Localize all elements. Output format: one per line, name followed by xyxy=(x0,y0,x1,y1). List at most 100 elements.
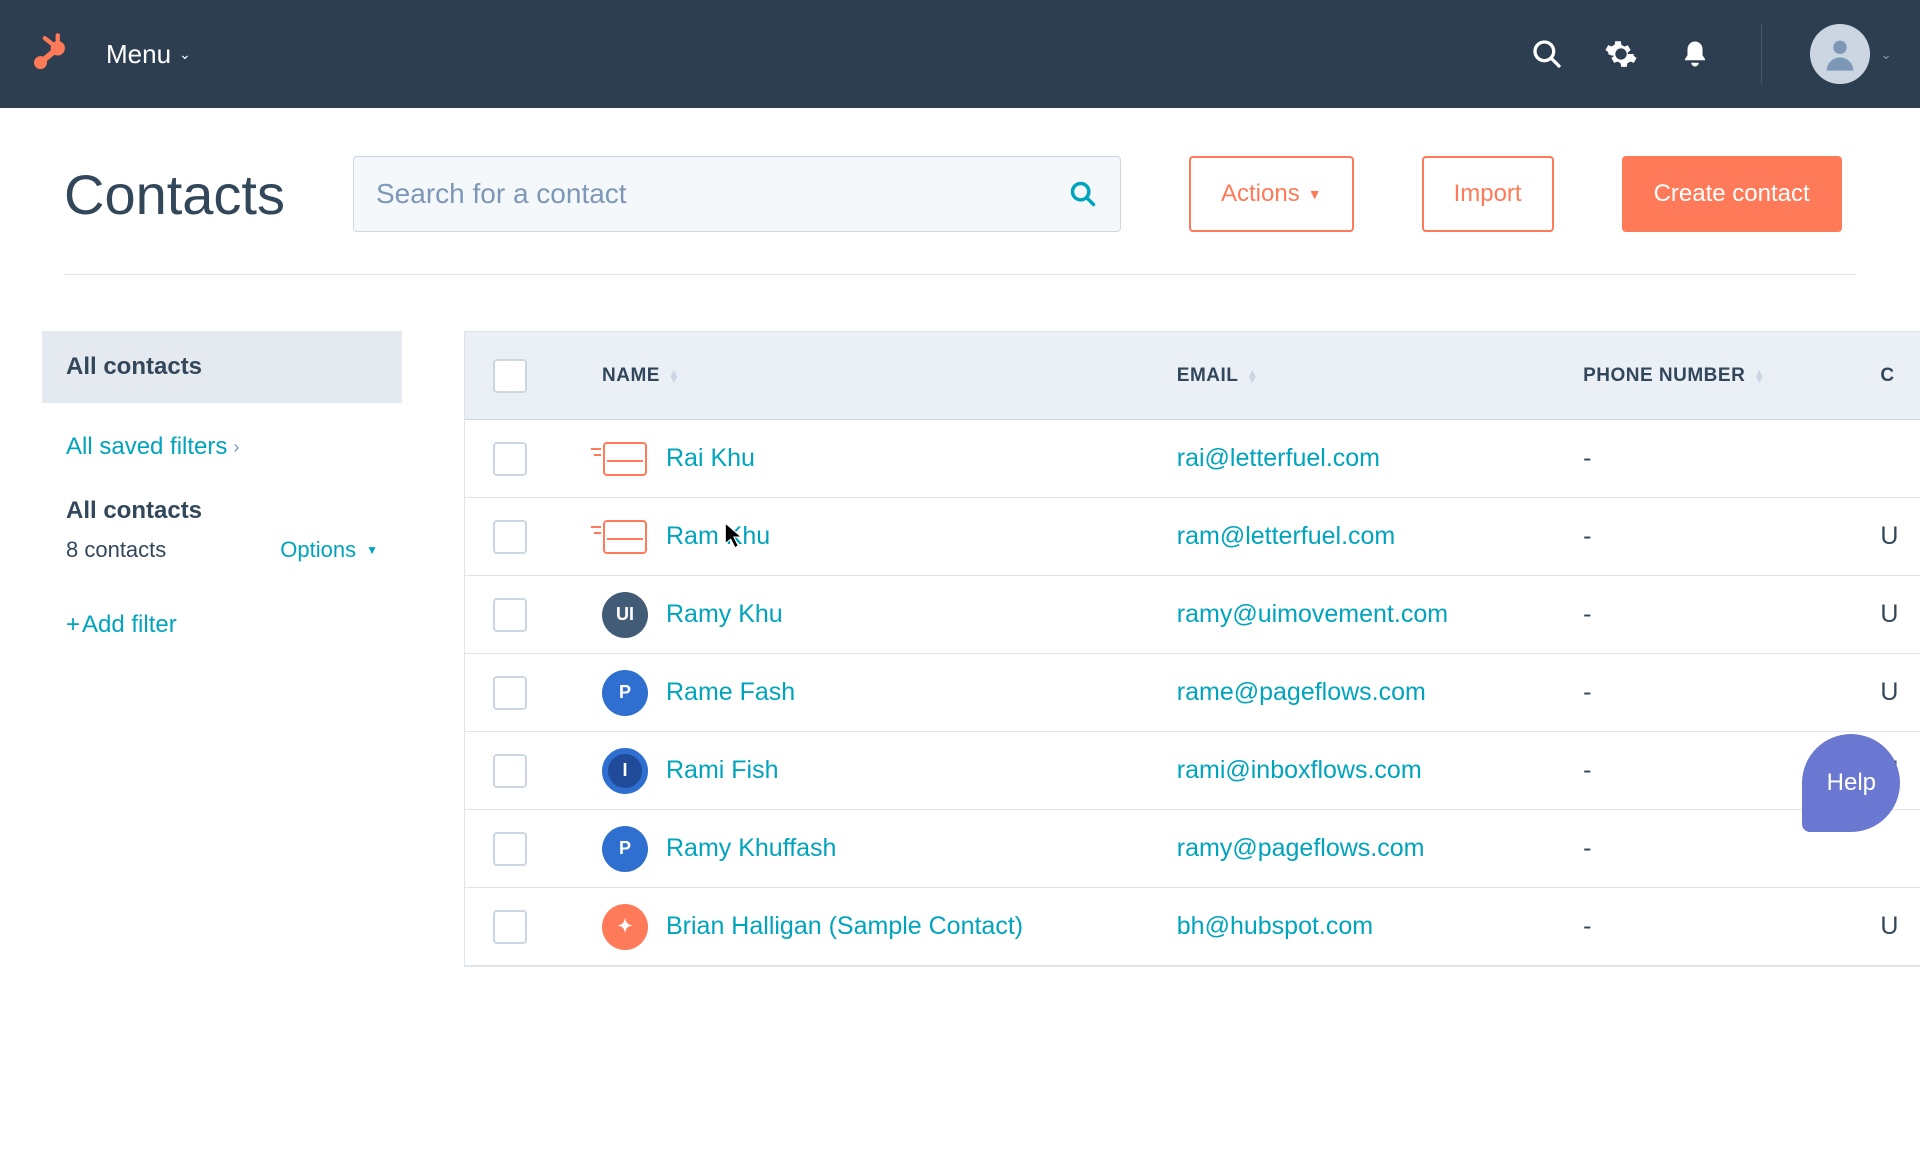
table-row: ✦Brian Halligan (Sample Contact)bh@hubsp… xyxy=(465,888,1920,966)
row-extra-cell: U xyxy=(1880,678,1920,707)
chevron-down-icon: ⌄ xyxy=(1880,46,1892,63)
contact-name-link[interactable]: Ramy Khuffash xyxy=(666,834,836,863)
hubspot-logo[interactable] xyxy=(28,30,76,78)
sort-icon: ▲▼ xyxy=(1753,370,1765,382)
table-row: UIRamy Khuramy@uimovement.com-U xyxy=(465,576,1920,654)
select-all-checkbox[interactable] xyxy=(493,359,527,393)
table-header: NAME ▲▼ EMAIL ▲▼ PHONE NUMBER ▲▼ C xyxy=(465,332,1920,420)
row-checkbox[interactable] xyxy=(493,442,527,476)
avatar xyxy=(1810,24,1870,84)
saved-filters-label: All saved filters xyxy=(66,433,227,461)
sidebar-item-all-contacts[interactable]: All contacts xyxy=(42,331,402,403)
row-checkbox-cell xyxy=(493,598,602,632)
contact-avatar-icon: I xyxy=(602,748,648,794)
account-menu[interactable]: ⌄ xyxy=(1810,24,1892,84)
row-phone-cell: - xyxy=(1583,912,1880,941)
row-extra-cell: U xyxy=(1880,522,1920,551)
main-content: All contacts All saved filters › All con… xyxy=(0,275,1920,967)
actions-label: Actions xyxy=(1221,180,1300,208)
contact-count: 8 contacts xyxy=(66,537,166,563)
row-email-cell[interactable]: ramy@pageflows.com xyxy=(1177,834,1583,863)
plus-icon: + xyxy=(66,611,80,639)
chevron-right-icon: › xyxy=(233,437,239,458)
page-header: Contacts Actions ▼ Import Create contact xyxy=(0,108,1920,232)
row-name-cell: P Rame Fash xyxy=(602,670,1177,716)
column-header-phone[interactable]: PHONE NUMBER ▲▼ xyxy=(1583,365,1880,387)
row-extra-cell: U xyxy=(1880,912,1920,941)
row-checkbox[interactable] xyxy=(493,520,527,554)
row-phone-cell: - xyxy=(1583,600,1880,629)
row-checkbox-cell xyxy=(493,442,602,476)
top-navbar: Menu ⌄ ⌄ xyxy=(0,0,1920,108)
contact-name-link[interactable]: Ram Khu xyxy=(666,522,770,551)
column-header-extra[interactable]: C xyxy=(1880,365,1920,387)
row-email-cell[interactable]: ram@letterfuel.com xyxy=(1177,522,1583,551)
table-row: P Ramy Khuffash ramy@pageflows.com- xyxy=(465,810,1920,888)
table-body: Rai Khurai@letterfuel.com-Ram Khuram@let… xyxy=(465,420,1920,966)
options-label: Options xyxy=(280,537,356,563)
row-phone-cell: - xyxy=(1583,834,1880,863)
sort-icon: ▲▼ xyxy=(1246,370,1258,382)
contact-name-link[interactable]: Rame Fash xyxy=(666,678,795,707)
contact-name-link[interactable]: Ramy Khu xyxy=(666,600,783,629)
row-checkbox[interactable] xyxy=(493,676,527,710)
actions-button[interactable]: Actions ▼ xyxy=(1189,156,1354,232)
row-name-cell: Rai Khu xyxy=(602,442,1177,476)
row-checkbox-cell xyxy=(493,754,602,788)
row-checkbox[interactable] xyxy=(493,832,527,866)
sidebar-section-row: 8 contacts Options ▼ xyxy=(66,537,378,563)
options-dropdown[interactable]: Options ▼ xyxy=(280,537,378,563)
search-icon[interactable] xyxy=(1529,36,1565,72)
row-name-cell: P Ramy Khuffash xyxy=(602,826,1177,872)
row-checkbox[interactable] xyxy=(493,754,527,788)
contact-name-link[interactable]: Rami Fish xyxy=(666,756,779,785)
sidebar-section: All contacts 8 contacts Options ▼ xyxy=(42,461,402,563)
sidebar: All contacts All saved filters › All con… xyxy=(42,331,402,967)
row-email-cell[interactable]: rai@letterfuel.com xyxy=(1177,444,1583,473)
caret-down-icon: ▼ xyxy=(366,543,378,557)
row-email-cell[interactable]: bh@hubspot.com xyxy=(1177,912,1583,941)
create-contact-button[interactable]: Create contact xyxy=(1622,156,1842,232)
row-name-cell: Ram Khu xyxy=(602,520,1177,554)
row-email-cell[interactable]: rame@pageflows.com xyxy=(1177,678,1583,707)
add-filter-button[interactable]: + Add filter xyxy=(42,611,402,639)
row-phone-cell: - xyxy=(1583,444,1880,473)
add-filter-label: Add filter xyxy=(82,611,177,639)
table-row: IRami Fishrami@inboxflows.com-U xyxy=(465,732,1920,810)
page-title: Contacts xyxy=(64,162,285,227)
contact-avatar-icon: P xyxy=(602,670,648,716)
sidebar-section-title: All contacts xyxy=(66,497,378,525)
menu-dropdown[interactable]: Menu ⌄ xyxy=(106,39,191,70)
table-row: Ram Khuram@letterfuel.com-U xyxy=(465,498,1920,576)
row-name-cell: I Rami Fish xyxy=(602,748,1177,794)
row-checkbox[interactable] xyxy=(493,598,527,632)
column-header-email[interactable]: EMAIL ▲▼ xyxy=(1177,365,1583,387)
caret-down-icon: ▼ xyxy=(1308,186,1322,202)
row-name-cell: UIRamy Khu xyxy=(602,592,1177,638)
settings-icon[interactable] xyxy=(1603,36,1639,72)
column-header-name[interactable]: NAME ▲▼ xyxy=(602,365,1177,387)
mail-icon xyxy=(603,520,647,554)
table-row: P Rame Fash rame@pageflows.com-U xyxy=(465,654,1920,732)
import-button[interactable]: Import xyxy=(1422,156,1554,232)
row-name-cell: ✦Brian Halligan (Sample Contact) xyxy=(602,904,1177,950)
contacts-table: NAME ▲▼ EMAIL ▲▼ PHONE NUMBER ▲▼ C Rai K… xyxy=(464,331,1920,967)
row-email-cell[interactable]: ramy@uimovement.com xyxy=(1177,600,1583,629)
row-checkbox[interactable] xyxy=(493,910,527,944)
contact-name-link[interactable]: Brian Halligan (Sample Contact) xyxy=(666,912,1023,941)
select-all-cell xyxy=(493,359,602,393)
row-phone-cell: - xyxy=(1583,678,1880,707)
row-checkbox-cell xyxy=(493,910,602,944)
nav-divider xyxy=(1761,24,1762,84)
row-email-cell[interactable]: rami@inboxflows.com xyxy=(1177,756,1583,785)
sort-icon: ▲▼ xyxy=(668,370,680,382)
contact-name-link[interactable]: Rai Khu xyxy=(666,444,755,473)
search-input[interactable] xyxy=(353,156,1121,232)
search-wrapper xyxy=(353,156,1121,232)
chevron-down-icon: ⌄ xyxy=(179,46,191,63)
contact-avatar-icon: P xyxy=(602,826,648,872)
sidebar-item-saved-filters[interactable]: All saved filters › xyxy=(42,403,402,461)
notifications-icon[interactable] xyxy=(1677,36,1713,72)
menu-label: Menu xyxy=(106,39,171,70)
help-button[interactable]: Help xyxy=(1802,734,1900,832)
